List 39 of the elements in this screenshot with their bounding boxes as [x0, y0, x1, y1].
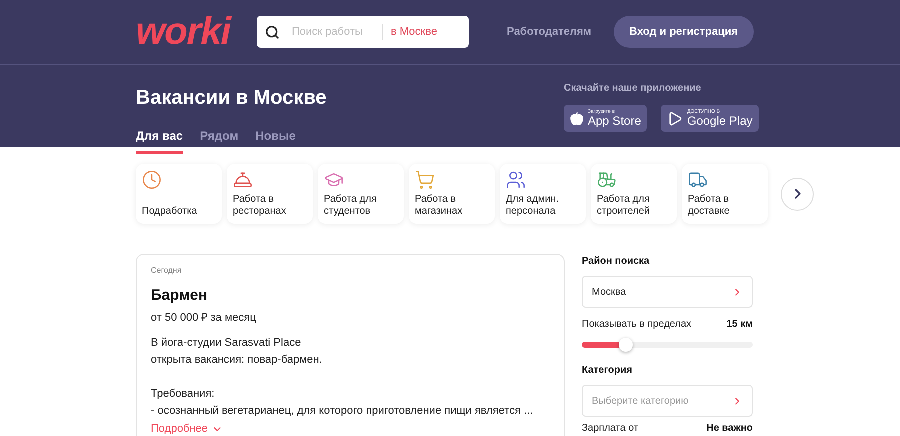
area-label: Район поиска	[582, 255, 651, 269]
employers-link[interactable]: Работодателям	[507, 24, 592, 40]
category-card[interactable]: Работа в доставке	[682, 164, 768, 224]
slider-thumb[interactable]	[619, 338, 634, 352]
play-icon	[667, 110, 684, 126]
radius-slider[interactable]	[582, 338, 753, 352]
location-value[interactable]: в Москве	[382, 24, 438, 40]
salary-label: Зарплата от	[582, 422, 638, 436]
search-field[interactable]: Поиск работы в Москве	[257, 16, 469, 48]
description-line: открыта вакансия: повар-бармен.	[151, 353, 324, 368]
salary-value: Не важно	[706, 422, 753, 436]
vacancy-date: Сегодня	[151, 265, 183, 277]
page-title: Вакансии в Москве	[136, 86, 328, 111]
category-card[interactable]: Работа для строителей	[591, 164, 677, 224]
category-card[interactable]: Для админ. персонала	[500, 164, 586, 224]
tab[interactable]: Для вас	[136, 127, 184, 154]
category-card[interactable]: Работа в магазинах	[409, 164, 495, 224]
description-line: В йога-студии Sarasvati Place	[151, 336, 302, 351]
vacancy-title: Бармен	[151, 286, 209, 306]
area-select[interactable]: Москва	[582, 276, 753, 308]
radius-label: Показывать в пределах	[582, 318, 692, 332]
category-card[interactable]: Работа для студентов	[318, 164, 404, 224]
vacancy-salary: от 50 000 ₽ за месяц	[151, 310, 258, 326]
more-link[interactable]: Подробнее	[151, 421, 550, 436]
apple-icon	[570, 112, 584, 126]
vacancy-card[interactable]: Сегодня Бармен от 50 000 ₽ за месяц В йога-студии Sarasvati Place открыта вакансия: повар-бармен. Требования: - осознанный вегетарианец, для которого приготовление пищи является ... Подробнее	[136, 254, 565, 436]
app-caption: Скачайте наше приложение	[564, 82, 702, 96]
description-line: - осознанный вегетарианец, для которого приготовление пищи является ...	[151, 404, 534, 419]
login-button[interactable]: Вход и регистрация	[614, 16, 754, 48]
description-line: Требования:	[151, 387, 216, 402]
next-button[interactable]	[781, 178, 814, 210]
category-card[interactable]: Работа в ресторанах	[227, 164, 313, 224]
category-label: Категория	[582, 364, 634, 378]
search-placeholder: Поиск работы	[292, 24, 364, 40]
radius-value: 15 км	[726, 318, 753, 332]
tab[interactable]: Новые	[256, 127, 296, 154]
search-icon	[265, 24, 280, 40]
tab[interactable]: Рядом	[200, 127, 239, 154]
category-card[interactable]: Подработка	[136, 164, 222, 224]
